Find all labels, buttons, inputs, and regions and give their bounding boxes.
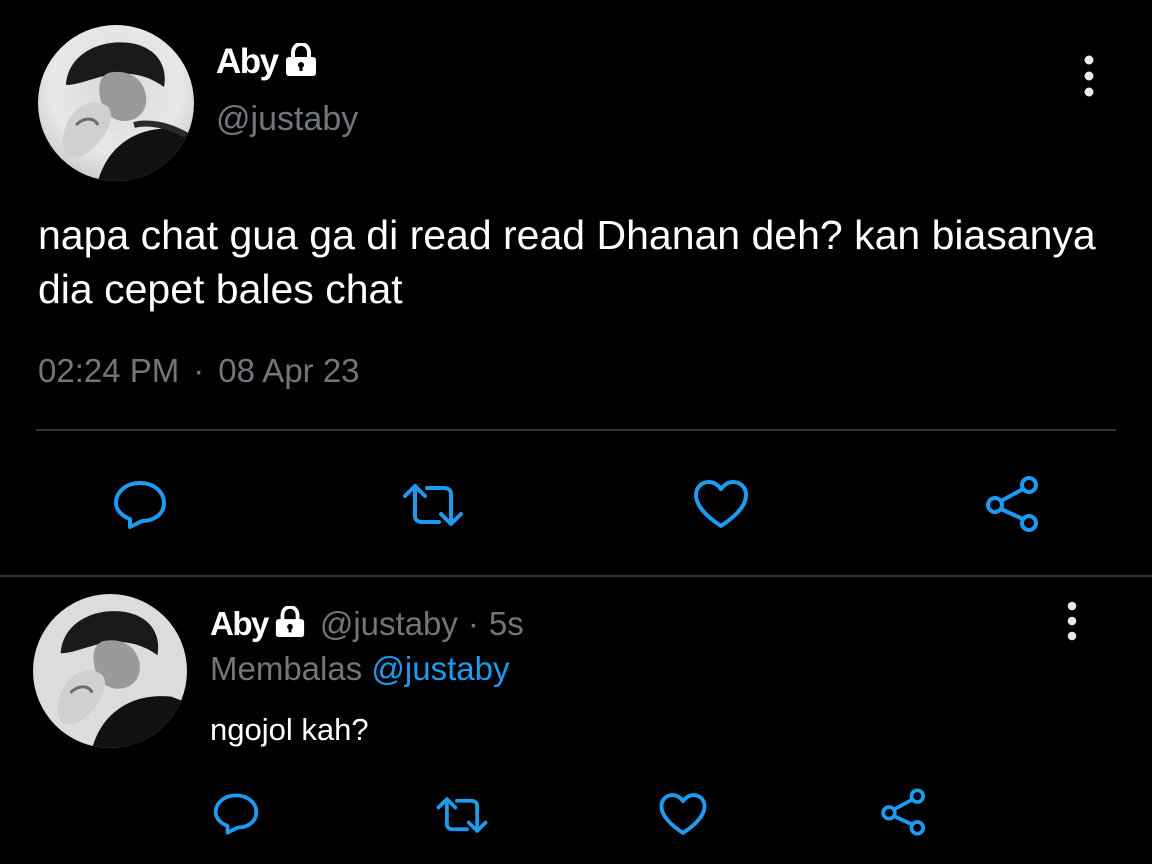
author-avatar[interactable]: [38, 25, 194, 181]
divider: [0, 575, 1152, 577]
replying-mention-link[interactable]: @justaby: [371, 650, 509, 687]
comment-icon[interactable]: [110, 478, 170, 532]
replying-to: Membalas @justaby: [210, 650, 509, 688]
author-handle[interactable]: @justaby: [216, 100, 358, 139]
author-name[interactable]: Aby: [216, 42, 279, 82]
share-icon[interactable]: [982, 474, 1044, 534]
share-icon[interactable]: [878, 786, 930, 838]
reply-header: Aby @justaby · 5s: [210, 602, 524, 646]
author-name-row: Aby: [216, 40, 320, 84]
retweet-icon[interactable]: [398, 478, 468, 532]
meta-separator: ·: [193, 352, 205, 389]
divider: [36, 429, 1116, 431]
lock-icon: [282, 41, 320, 82]
tweet-timestamp: 02:24 PM · 08 Apr 23: [38, 352, 360, 390]
reply-author-name[interactable]: Aby: [210, 605, 269, 643]
reply-time-ago[interactable]: 5s: [489, 605, 524, 643]
tweet-text: napa chat gua ga di read read Dhanan deh…: [38, 212, 1096, 312]
retweet-icon[interactable]: [432, 792, 492, 838]
meta-separator: ·: [467, 605, 479, 642]
reply-text: ngojol kah?: [210, 712, 369, 747]
tweet-date: 08 Apr 23: [218, 352, 360, 389]
lock-icon: [272, 604, 308, 643]
heart-icon[interactable]: [690, 476, 752, 532]
reply-author-handle[interactable]: @justaby: [320, 605, 458, 643]
tweet-time: 02:24 PM: [38, 352, 180, 389]
more-vertical-icon[interactable]: [1061, 600, 1083, 644]
comment-icon[interactable]: [210, 790, 262, 838]
more-vertical-icon[interactable]: [1078, 54, 1100, 100]
reply-author-avatar[interactable]: [33, 594, 187, 748]
heart-icon[interactable]: [656, 790, 710, 838]
replying-prefix: Membalas: [210, 650, 363, 687]
